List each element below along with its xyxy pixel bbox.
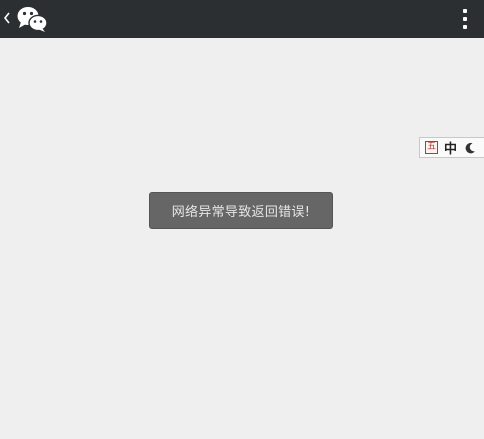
chevron-left-icon: [3, 12, 10, 24]
wubi-input-icon[interactable]: 五: [425, 141, 438, 154]
language-toggle[interactable]: 中: [444, 138, 457, 157]
wechat-logo-icon: [17, 7, 48, 32]
app-screen: 五 中 网络异常导致返回错误!: [0, 0, 484, 439]
top-action-bar: [0, 0, 484, 38]
more-vertical-icon-dot: [463, 17, 467, 21]
input-method-status-bar[interactable]: 五 中: [419, 137, 484, 158]
toast-message: 网络异常导致返回错误!: [171, 205, 311, 220]
more-options-button[interactable]: [458, 7, 472, 31]
back-button[interactable]: [0, 6, 14, 30]
moon-icon[interactable]: [464, 142, 476, 154]
error-toast: 网络异常导致返回错误!: [149, 192, 333, 229]
more-vertical-icon-dot: [463, 25, 467, 29]
more-vertical-icon-dot: [463, 9, 467, 13]
